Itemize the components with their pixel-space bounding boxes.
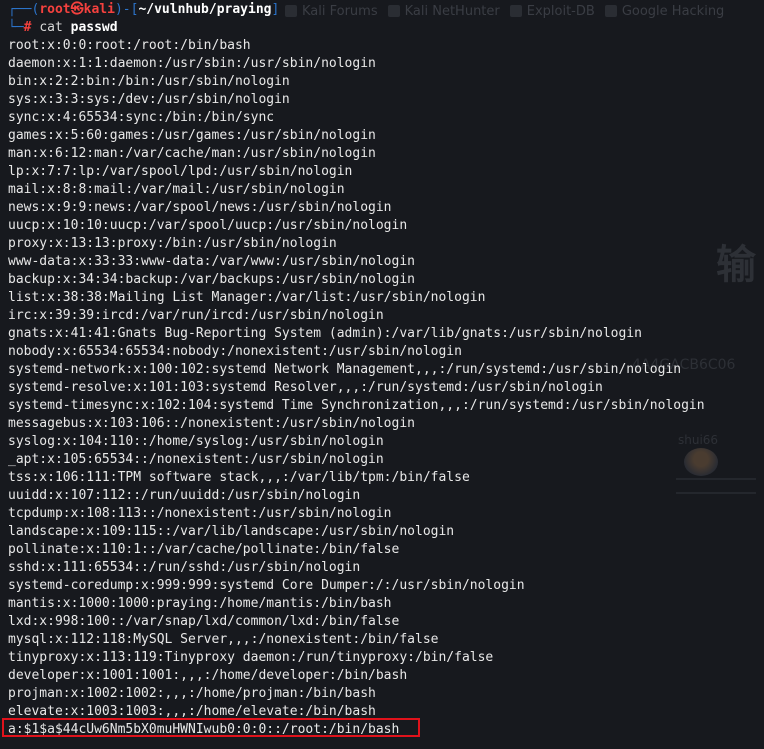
output-line: sys:x:3:3:sys:/dev:/usr/sbin/nologin: [8, 92, 290, 107]
prompt-path: ~/vulnhub/praying: [138, 2, 272, 17]
output-line: lxd:x:998:100::/var/snap/lxd/common/lxd:…: [8, 614, 400, 629]
prompt-frame-end: ]: [271, 2, 280, 17]
output-line: root:x:0:0:root:/root:/bin/bash: [8, 38, 251, 53]
output-line: news:x:9:9:news:/var/spool/news:/usr/sbi…: [8, 200, 392, 215]
output-line: syslog:x:104:110::/home/syslog:/usr/sbin…: [8, 434, 384, 449]
output-line: games:x:5:60:games:/usr/games:/usr/sbin/…: [8, 128, 376, 143]
output-line: bin:x:2:2:bin:/bin:/usr/sbin/nologin: [8, 74, 290, 89]
output-line: systemd-coredump:x:999:999:systemd Core …: [8, 578, 525, 593]
prompt-separator-symbol: ㉿: [70, 2, 84, 17]
command-name: cat: [39, 20, 63, 35]
bookmark-icon: [509, 5, 522, 17]
output-line: landscape:x:109:115::/var/lib/landscape:…: [8, 524, 455, 539]
output-line: _apt:x:105:65534::/nonexistent:/usr/sbin…: [8, 452, 384, 467]
background-page-glyph: 输: [716, 242, 756, 288]
output-line: sync:x:4:65534:sync:/bin:/bin/sync: [8, 110, 275, 125]
output-line: uuidd:x:107:112::/run/uuidd:/usr/sbin/no…: [8, 488, 361, 503]
prompt-hash: #: [23, 20, 32, 35]
command-argument: passwd: [70, 20, 118, 35]
output-line: systemd-network:x:100:102:systemd Networ…: [8, 362, 682, 377]
output-line: irc:x:39:39:ircd:/var/run/ircd:/usr/sbin…: [8, 308, 384, 323]
output-line: tss:x:106:111:TPM software stack,,,:/var…: [8, 470, 470, 485]
terminal-window[interactable]: Kali Forums Kali NetHunter Exploit-DB Go…: [0, 0, 764, 749]
prompt-host: kali: [83, 2, 115, 17]
output-line: list:x:38:38:Mailing List Manager:/var/l…: [8, 290, 486, 305]
output-line: mail:x:8:8:mail:/var/mail:/usr/sbin/nolo…: [8, 182, 345, 197]
output-line: mysql:x:112:118:MySQL Server,,,:/nonexis…: [8, 632, 439, 647]
output-line: uucp:x:10:10:uucp:/var/spool/uucp:/usr/s…: [8, 218, 408, 233]
shell-prompt: ┌──(root㉿kali)-[~/vulnhub/praying] └─# c…: [8, 1, 279, 37]
output-line: sshd:x:111:65534::/run/sshd:/usr/sbin/no…: [8, 560, 361, 575]
output-line: nobody:x:65534:65534:nobody:/nonexistent…: [8, 344, 462, 359]
output-line: systemd-timesync:x:102:104:systemd Time …: [8, 398, 705, 413]
bookmark-icon: [604, 5, 617, 17]
output-line: pollinate:x:110:1::/var/cache/pollinate:…: [8, 542, 400, 557]
output-line: projman:x:1002:1002:,,,:/home/projman:/b…: [8, 686, 376, 701]
background-bookmarks-bar: Kali Forums Kali NetHunter Exploit-DB Go…: [285, 0, 764, 22]
background-bookmark: Exploit-DB: [509, 4, 595, 19]
output-line: tinyproxy:x:113:119:Tinyproxy daemon:/ru…: [8, 650, 494, 665]
output-line: developer:x:1001:1001:,,,:/home/develope…: [8, 668, 408, 683]
output-line: mantis:x:1000:1000:praying:/home/mantis:…: [8, 596, 392, 611]
background-bookmark: Kali Forums: [285, 4, 378, 19]
output-line: systemd-resolve:x:101:103:systemd Resolv…: [8, 380, 603, 395]
output-line: tcpdump:x:108:113::/nonexistent:/usr/sbi…: [8, 506, 392, 521]
output-line: proxy:x:13:13:proxy:/bin:/usr/sbin/nolog…: [8, 236, 337, 251]
output-line: messagebus:x:103:106::/nonexistent:/usr/…: [8, 416, 415, 431]
output-line: backup:x:34:34:backup:/var/backups:/usr/…: [8, 272, 415, 287]
bookmark-icon: [285, 5, 297, 17]
output-line: www-data:x:33:33:www-data:/var/www:/usr/…: [8, 254, 415, 269]
background-bookmark: Google Hacking: [604, 4, 724, 19]
command-output: root:x:0:0:root:/root:/bin/bash daemon:x:…: [8, 37, 705, 739]
prompt-frame-top: ┌──(: [8, 2, 40, 17]
output-line: daemon:x:1:1:daemon:/usr/sbin:/usr/sbin/…: [8, 56, 376, 71]
highlight-box: [2, 718, 420, 737]
prompt-frame-mid: )-[: [114, 2, 139, 17]
background-bookmark: Kali NetHunter: [387, 4, 500, 19]
output-line: man:x:6:12:man:/var/cache/man:/usr/sbin/…: [8, 146, 376, 161]
output-line: lp:x:7:7:lp:/var/spool/lpd:/usr/sbin/nol…: [8, 164, 353, 179]
prompt-user: root: [39, 2, 71, 17]
prompt-frame-bottom: └─: [8, 20, 24, 35]
output-line: gnats:x:41:41:Gnats Bug-Reporting System…: [8, 326, 642, 341]
bookmark-icon: [387, 5, 400, 17]
